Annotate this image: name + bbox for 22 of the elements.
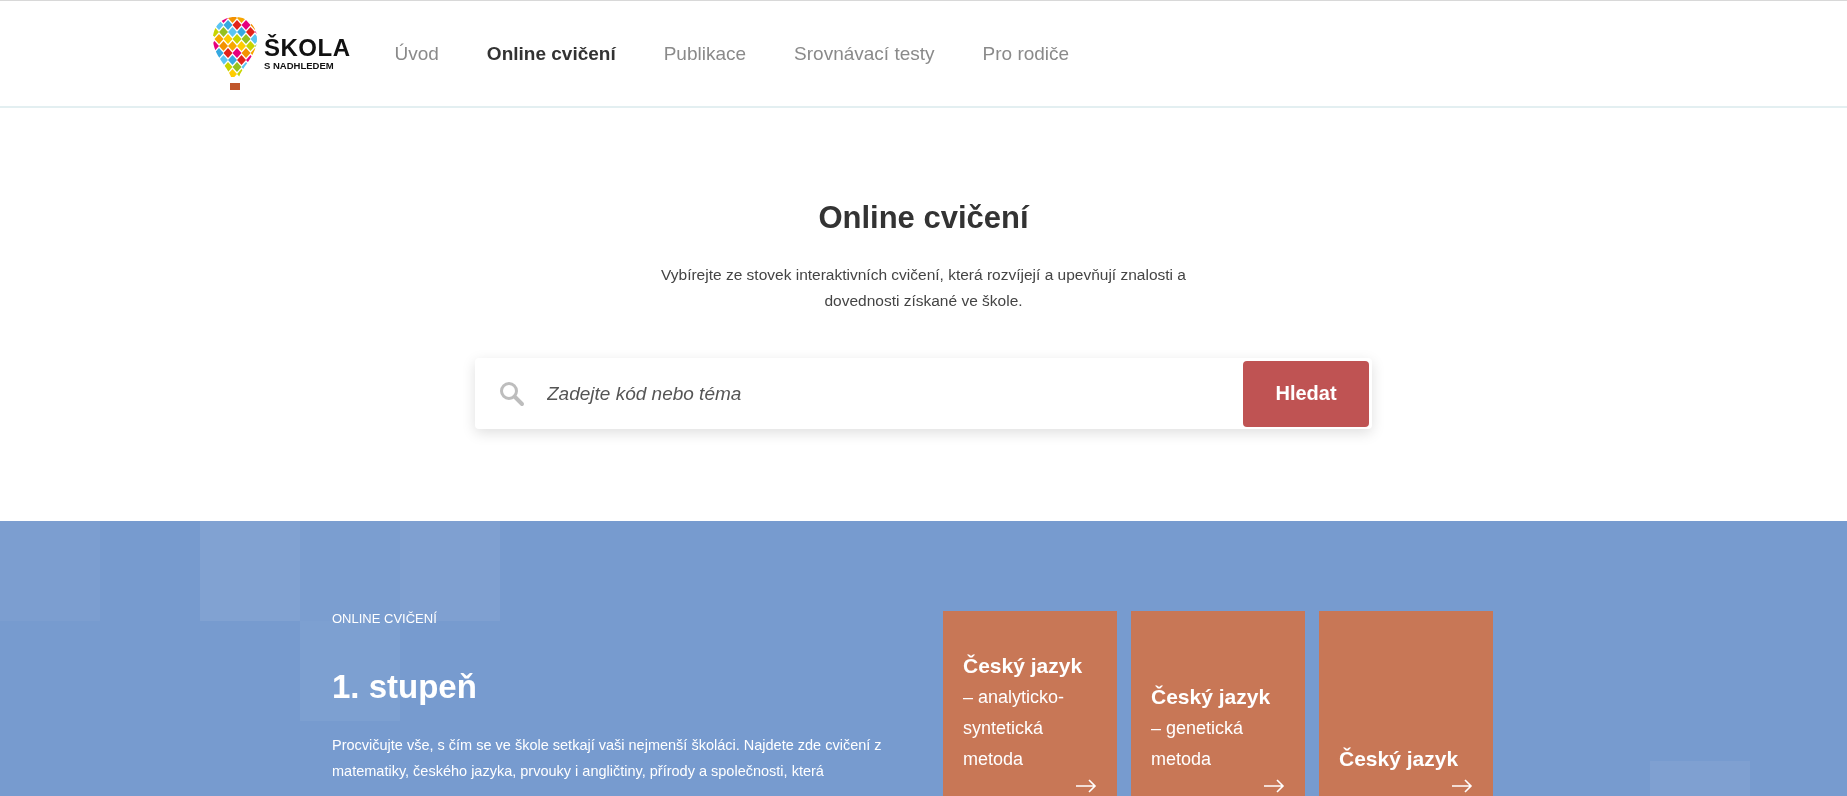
section-title: 1. stupeň — [332, 668, 478, 706]
section-label: ONLINE CVIČENÍ — [332, 611, 438, 626]
search-icon — [499, 380, 525, 407]
nav-link[interactable]: Úvod — [394, 42, 439, 65]
logo-subtitle: S NADHLEDEM — [264, 59, 335, 72]
nav-link[interactable]: Pro rodiče — [982, 42, 1070, 65]
subject-card[interactable]: Český jazyk – genetická metoda — [1131, 611, 1305, 796]
nav-link[interactable]: Online cvičení — [486, 42, 616, 65]
arrow-icon — [1451, 779, 1473, 793]
subject-card[interactable]: Český jazyk – analyticko-syntetická metoda — [943, 611, 1117, 796]
search-field[interactable]: Zadejte kód nebo téma Hledat — [475, 358, 1372, 429]
section-description: Procvičujte vše, s čím se ve škole setkají vaši nejmenší školáci. Najdete zde cvičení z matematiky, českého jazyka, prvouky i angličtiny, přírody a společnosti, která — [332, 736, 883, 781]
search-button[interactable]: Hledat — [1243, 360, 1369, 427]
subject-card[interactable]: Český jazyk — [1319, 611, 1493, 796]
page-title: Online cvičení — [818, 200, 1029, 236]
arrow-icon — [1075, 779, 1097, 793]
arrow-icon — [1263, 779, 1285, 793]
nav-link[interactable]: Srovnávací testy — [794, 42, 935, 65]
nav-link[interactable]: Publikace — [663, 42, 747, 65]
page-subtitle: Vybírejte ze stovek interaktivních cvičení, která rozvíjejí a upevňují znalosti a dovednosti získané ve škole. — [660, 265, 1187, 311]
balloon-icon — [212, 14, 258, 93]
logo-title: ŠKOLA — [264, 35, 351, 60]
